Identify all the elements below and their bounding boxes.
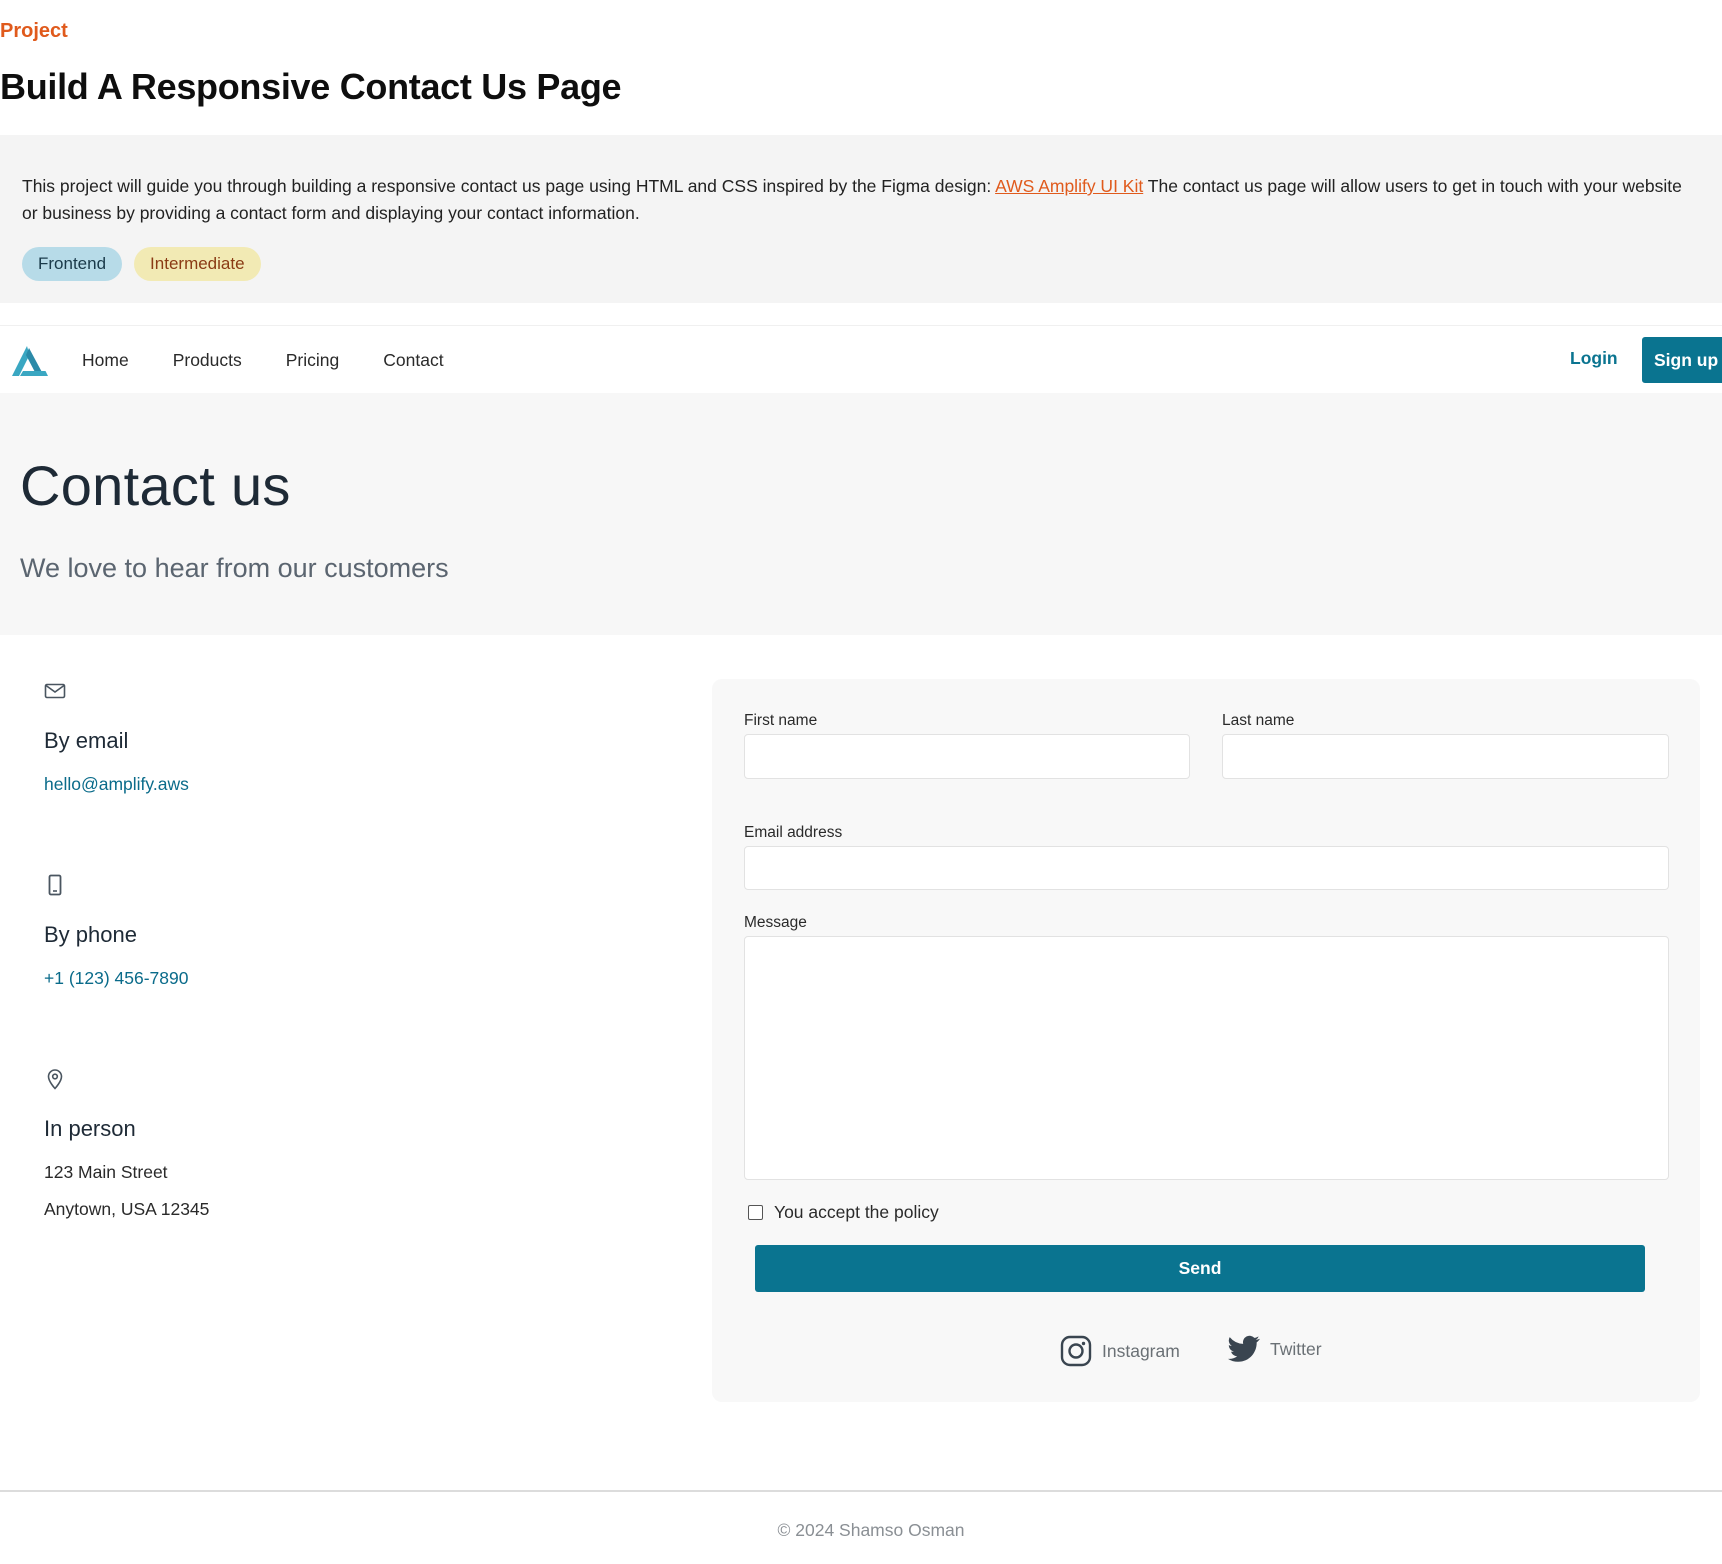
address-line-1: 123 Main Street bbox=[44, 1162, 168, 1182]
email-input[interactable] bbox=[744, 846, 1669, 890]
twitter-icon bbox=[1228, 1335, 1260, 1362]
phone-icon bbox=[48, 874, 62, 896]
tag-frontend: Frontend bbox=[22, 247, 123, 281]
project-kicker: Project bbox=[0, 20, 68, 42]
message-textarea[interactable] bbox=[744, 936, 1669, 1180]
tag-intermediate: Intermediate bbox=[134, 247, 261, 281]
project-title: Build A Responsive Contact Us Page bbox=[0, 66, 622, 107]
tag-list: Frontend Intermediate bbox=[22, 247, 1700, 281]
twitter-label: Twitter bbox=[1270, 1338, 1322, 1359]
social-link-twitter[interactable]: Twitter bbox=[1228, 1335, 1322, 1363]
footer-copyright: © 2024 Shamso Osman bbox=[777, 1520, 965, 1540]
contact-person-block: In person 123 Main Street Anytown, USA 1… bbox=[44, 1068, 209, 1220]
email-label: Email address bbox=[744, 824, 843, 841]
navbar: Home Products Pricing Contact Login Sign… bbox=[0, 325, 1722, 393]
contact-phone-block: By phone +1 (123) 456-7890 bbox=[44, 874, 189, 989]
figma-design-link[interactable]: AWS Amplify UI Kit bbox=[995, 176, 1143, 196]
first-name-label: First name bbox=[744, 712, 818, 729]
phone-heading: By phone bbox=[44, 922, 137, 947]
page-subtitle: We love to hear from our customers bbox=[20, 553, 449, 583]
hero-section: Contact us We love to hear from our cust… bbox=[0, 393, 1722, 635]
mail-icon bbox=[44, 683, 66, 699]
instagram-icon bbox=[1060, 1335, 1092, 1367]
project-description: This project will guide you through buil… bbox=[22, 173, 1702, 227]
description-text-before: This project will guide you through buil… bbox=[22, 176, 996, 196]
contact-form: First name Last name Email address Messa… bbox=[712, 679, 1700, 1402]
last-name-label: Last name bbox=[1222, 712, 1295, 729]
instagram-label: Instagram bbox=[1102, 1340, 1180, 1361]
nav-link-home[interactable]: Home bbox=[82, 350, 129, 371]
amplify-logo-icon[interactable] bbox=[10, 344, 50, 378]
map-pin-icon bbox=[47, 1069, 63, 1090]
nav-links: Home Products Pricing Contact bbox=[82, 326, 488, 394]
login-button[interactable]: Login bbox=[1570, 348, 1618, 369]
social-link-instagram[interactable]: Instagram bbox=[1060, 1335, 1180, 1367]
message-label: Message bbox=[744, 914, 807, 931]
nav-link-products[interactable]: Products bbox=[173, 350, 242, 371]
signup-button[interactable]: Sign up bbox=[1642, 337, 1722, 383]
policy-checkbox[interactable] bbox=[748, 1205, 763, 1220]
send-button[interactable]: Send bbox=[755, 1245, 1645, 1292]
contact-email-block: By email hello@amplify.aws bbox=[44, 680, 189, 795]
phone-link[interactable]: +1 (123) 456-7890 bbox=[44, 968, 189, 989]
person-heading: In person bbox=[44, 1116, 136, 1141]
project-description-box: This project will guide you through buil… bbox=[0, 135, 1722, 303]
email-heading: By email bbox=[44, 728, 129, 753]
nav-link-contact[interactable]: Contact bbox=[383, 350, 443, 371]
nav-link-pricing[interactable]: Pricing bbox=[286, 350, 340, 371]
page: Project Build A Responsive Contact Us Pa… bbox=[0, 0, 1722, 1564]
first-name-input[interactable] bbox=[744, 734, 1190, 779]
page-title: Contact us bbox=[20, 454, 291, 517]
last-name-input[interactable] bbox=[1222, 734, 1669, 779]
footer-divider bbox=[0, 1490, 1722, 1492]
address-line-2: Anytown, USA 12345 bbox=[44, 1199, 210, 1219]
email-link[interactable]: hello@amplify.aws bbox=[44, 774, 189, 795]
policy-label: You accept the policy bbox=[774, 1202, 939, 1222]
